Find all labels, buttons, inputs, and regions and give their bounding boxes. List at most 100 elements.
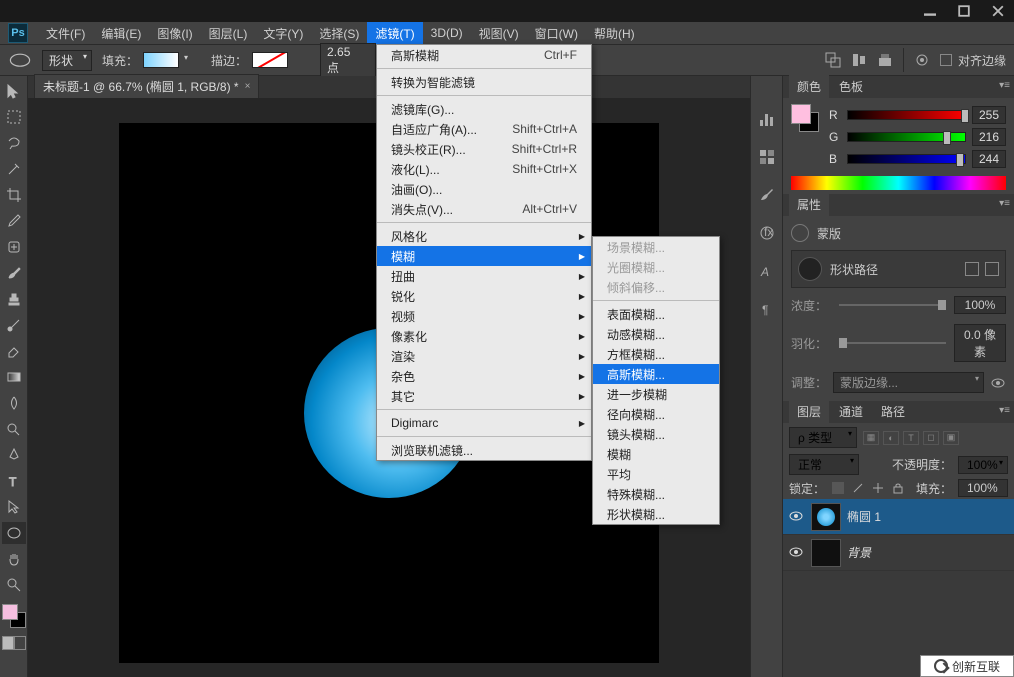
menu-item[interactable]: 消失点(V)...Alt+Ctrl+V [377,199,591,219]
hand-tool[interactable] [2,548,26,570]
menu-item[interactable]: 自适应广角(A)...Shift+Ctrl+A [377,119,591,139]
menu-file[interactable]: 文件(F) [38,22,93,44]
path-select-tool[interactable] [2,496,26,518]
menu-edit[interactable]: 编辑(E) [93,22,149,44]
menu-item[interactable]: 油画(O)... [377,179,591,199]
menu-item[interactable]: 高斯模糊... [593,364,719,384]
tab-layers[interactable]: 图层 [789,400,829,423]
menu-item[interactable]: 扭曲 [377,266,591,286]
layer-thumbnail[interactable] [811,539,841,567]
panel-menu-icon[interactable]: ▾≡ [999,198,1010,209]
brush-tool[interactable] [2,262,26,284]
ellipse-shape-tool[interactable] [2,522,26,544]
lock-transparency-icon[interactable] [831,481,845,495]
layer-thumbnail[interactable] [811,503,841,531]
blur-tool[interactable] [2,392,26,414]
menu-item[interactable]: 形状模糊... [593,504,719,524]
ellipse-tool-icon[interactable] [8,51,32,69]
menu-item[interactable]: 像素化 [377,326,591,346]
vector-mask-icon[interactable] [965,262,979,276]
menu-item[interactable]: 平均 [593,464,719,484]
fill-opacity-value[interactable]: 100% [958,479,1008,497]
slider-r[interactable] [847,110,966,120]
menu-item[interactable]: 风格化 [377,226,591,246]
stamp-tool[interactable] [2,288,26,310]
path-ops-icon[interactable] [825,52,841,68]
density-slider[interactable] [839,304,946,306]
eyedropper-tool[interactable] [2,210,26,232]
slider-g[interactable] [847,132,966,142]
menu-item[interactable]: 锐化 [377,286,591,306]
tab-channels[interactable]: 通道 [831,400,871,423]
crop-tool[interactable] [2,184,26,206]
styles-icon[interactable]: fx [758,224,776,242]
menu-filter[interactable]: 滤镜(T) [367,22,422,44]
panel-menu-icon[interactable]: ▾≡ [999,80,1010,91]
feather-value[interactable]: 0.0 像素 [954,324,1006,362]
paragraph-icon[interactable]: ¶ [758,300,776,318]
menu-item[interactable]: 液化(L)...Shift+Ctrl+X [377,159,591,179]
panel-fgbg-swatch[interactable] [791,104,819,132]
history-brush-tool[interactable] [2,314,26,336]
menu-item[interactable]: 径向模糊... [593,404,719,424]
spectrum-bar[interactable] [791,176,1006,190]
menu-item[interactable]: 特殊模糊... [593,484,719,504]
lock-position-icon[interactable] [871,481,885,495]
menu-item[interactable]: 进一步模糊 [593,384,719,404]
menu-item[interactable]: 视频 [377,306,591,326]
pen-tool[interactable] [2,444,26,466]
gradient-tool[interactable] [2,366,26,388]
menu-item[interactable]: 杂色 [377,366,591,386]
eraser-tool[interactable] [2,340,26,362]
marquee-tool[interactable] [2,106,26,128]
visibility-toggle[interactable] [789,545,805,561]
app-logo[interactable]: Ps [8,23,28,43]
heal-tool[interactable] [2,236,26,258]
layer-row[interactable]: 椭圆 1 [783,499,1014,535]
filter-shape-icon[interactable]: ◻ [923,431,939,445]
stroke-width-input[interactable]: 2.65 点 [320,43,376,78]
value-r[interactable]: 255 [972,106,1006,124]
menu-item[interactable]: 滤镜库(G)... [377,99,591,119]
move-tool[interactable] [2,80,26,102]
gear-icon[interactable] [914,52,930,68]
tab-color[interactable]: 颜色 [789,75,829,98]
feather-slider[interactable] [839,342,946,344]
align-edges-checkbox[interactable] [940,54,952,66]
panel-menu-icon[interactable]: ▾≡ [999,405,1010,416]
visibility-toggle[interactable] [789,509,805,525]
close-button[interactable] [988,4,1008,18]
menu-item[interactable]: 表面模糊... [593,304,719,324]
zoom-tool[interactable] [2,574,26,596]
layer-name[interactable]: 背景 [847,544,871,561]
value-b[interactable]: 244 [972,150,1006,168]
density-value[interactable]: 100% [954,296,1006,314]
tab-paths[interactable]: 路径 [873,400,913,423]
layer-row[interactable]: 背景 [783,535,1014,571]
menu-item[interactable]: 其它 [377,386,591,406]
menu-layer[interactable]: 图层(L) [201,22,256,44]
menu-item[interactable]: 高斯模糊Ctrl+F [377,45,591,65]
fill-swatch[interactable] [143,52,179,68]
wand-tool[interactable] [2,158,26,180]
menu-item[interactable]: 转换为智能滤镜 [377,72,591,92]
document-tab[interactable]: 未标题-1 @ 66.7% (椭圆 1, RGB/8) *× [34,74,259,98]
menu-image[interactable]: 图像(I) [149,22,200,44]
opacity-value[interactable]: 100% [958,456,1008,474]
filter-smart-icon[interactable]: ▣ [943,431,959,445]
menu-view[interactable]: 视图(V) [471,22,527,44]
filter-adjust-icon[interactable]: ◐ [883,431,899,445]
menu-item[interactable]: 镜头校正(R)...Shift+Ctrl+R [377,139,591,159]
menu-type[interactable]: 文字(Y) [255,22,311,44]
menu-item[interactable]: 浏览联机滤镜... [377,440,591,460]
quick-mask-toggle[interactable] [2,636,26,650]
tool-mode-dropdown[interactable]: 形状 [42,50,92,71]
menu-item[interactable]: 模糊 [593,444,719,464]
arrange-icon[interactable] [877,52,893,68]
align-icon[interactable] [851,52,867,68]
slider-b[interactable] [847,154,966,164]
filter-pixel-icon[interactable]: ▦ [863,431,879,445]
histogram-icon[interactable] [758,110,776,128]
tab-properties[interactable]: 属性 [789,193,829,216]
swatches-icon[interactable] [758,148,776,166]
